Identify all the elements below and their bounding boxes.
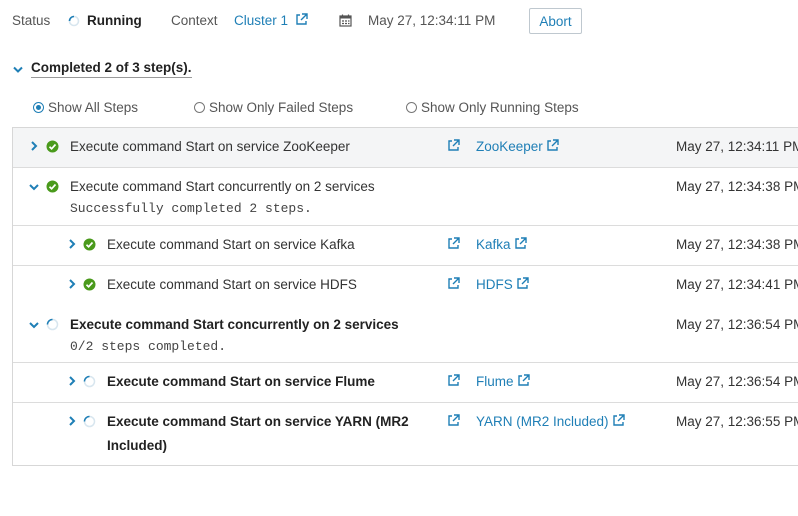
step-row[interactable]: Execute command Start on service Kafka K…	[13, 226, 798, 266]
service-link[interactable]: Flume	[476, 374, 530, 389]
running-spinner-icon	[68, 15, 80, 27]
step-time: May 27, 12:34:11 PM	[676, 139, 798, 154]
step-time: May 27, 12:34:38 PM	[676, 237, 798, 252]
step-time: May 27, 12:36:54 PM	[676, 374, 798, 389]
service-link-label: YARN (MR2 Included)	[476, 414, 609, 429]
step-title: Execute command Start on service Flume	[107, 374, 375, 389]
context-label: Context	[171, 13, 218, 28]
calendar-icon	[339, 14, 352, 27]
step-row[interactable]: Execute command Start on service Flume F…	[13, 363, 798, 403]
step-title: Execute command Start on service HDFS	[107, 277, 357, 292]
external-link-icon	[514, 237, 527, 249]
chevron-right-icon[interactable]	[67, 376, 77, 386]
step-row[interactable]: Execute command Start on service HDFS HD…	[13, 266, 798, 306]
filter-running-label: Show Only Running Steps	[421, 100, 579, 115]
external-link-icon	[547, 139, 559, 151]
filter-failed-radio[interactable]	[194, 102, 205, 113]
service-link-label: Kafka	[476, 237, 511, 252]
running-spinner-icon	[83, 375, 96, 388]
service-link-label: ZooKeeper	[476, 139, 543, 154]
step-time: May 27, 12:34:38 PM	[676, 179, 798, 194]
context-cluster-link[interactable]: Cluster 1	[234, 13, 308, 28]
step-title: Execute command Start on service Kafka	[107, 237, 355, 252]
chevron-right-icon[interactable]	[67, 416, 77, 426]
status-label: Status	[12, 13, 51, 28]
abort-button[interactable]: Abort	[529, 8, 582, 34]
step-detail: Successfully completed 2 steps.	[70, 201, 312, 216]
chevron-right-icon[interactable]	[29, 141, 39, 151]
external-link-icon[interactable]	[447, 237, 460, 250]
external-link-icon[interactable]	[447, 374, 460, 387]
status-value: Running	[87, 13, 142, 28]
filter-running-radio[interactable]	[406, 102, 417, 113]
success-check-icon	[46, 140, 59, 153]
step-time: May 27, 12:36:55 PM	[676, 414, 798, 429]
running-spinner-icon	[46, 318, 59, 331]
step-title: Execute command Start concurrently on 2 …	[70, 179, 375, 194]
chevron-right-icon[interactable]	[67, 239, 77, 249]
step-title-line2: Included)	[107, 438, 167, 453]
success-check-icon	[83, 278, 96, 291]
external-link-icon	[517, 277, 529, 289]
success-check-icon	[83, 238, 96, 251]
service-link-label: HDFS	[476, 277, 513, 292]
service-link[interactable]: Kafka	[476, 237, 527, 252]
step-detail: 0/2 steps completed.	[70, 339, 227, 354]
external-link-icon	[517, 374, 530, 386]
step-title: Execute command Start concurrently on 2 …	[70, 317, 399, 332]
external-link-icon	[296, 13, 308, 25]
filter-all-label: Show All Steps	[48, 100, 139, 115]
filter-all-radio[interactable]	[33, 102, 44, 113]
chevron-right-icon[interactable]	[67, 279, 77, 289]
chevron-down-icon[interactable]	[12, 64, 24, 76]
chevron-down-icon[interactable]	[29, 320, 39, 330]
external-link-icon[interactable]	[447, 139, 460, 152]
step-row[interactable]: Execute command Start concurrently on 2 …	[13, 168, 798, 226]
step-row[interactable]: Execute command Start on service ZooKeep…	[13, 128, 798, 168]
service-link[interactable]: ZooKeeper	[476, 139, 559, 154]
context-cluster-label: Cluster 1	[234, 13, 289, 28]
service-link-label: Flume	[476, 374, 514, 389]
step-time: May 27, 12:34:41 PM	[676, 277, 798, 292]
step-title-line1: Execute command Start on service YARN (M…	[107, 414, 409, 429]
step-row[interactable]: Execute command Start on service YARN (M…	[13, 403, 798, 465]
filter-failed-label: Show Only Failed Steps	[209, 100, 354, 115]
external-link-icon[interactable]	[447, 414, 460, 427]
step-row[interactable]: Execute command Start concurrently on 2 …	[13, 306, 798, 363]
running-spinner-icon	[83, 415, 96, 428]
steps-list: Execute command Start on service ZooKeep…	[12, 127, 798, 466]
service-link[interactable]: HDFS	[476, 277, 529, 292]
service-link[interactable]: YARN (MR2 Included)	[476, 414, 625, 429]
chevron-down-icon[interactable]	[29, 182, 39, 192]
success-check-icon	[46, 180, 59, 193]
step-title: Execute command Start on service ZooKeep…	[70, 139, 350, 154]
header-timestamp: May 27, 12:34:11 PM	[368, 13, 496, 28]
step-time: May 27, 12:36:54 PM	[676, 317, 798, 332]
summary-text[interactable]: Completed 2 of 3 step(s).	[31, 60, 192, 78]
external-link-icon	[612, 414, 625, 426]
external-link-icon[interactable]	[447, 277, 460, 290]
